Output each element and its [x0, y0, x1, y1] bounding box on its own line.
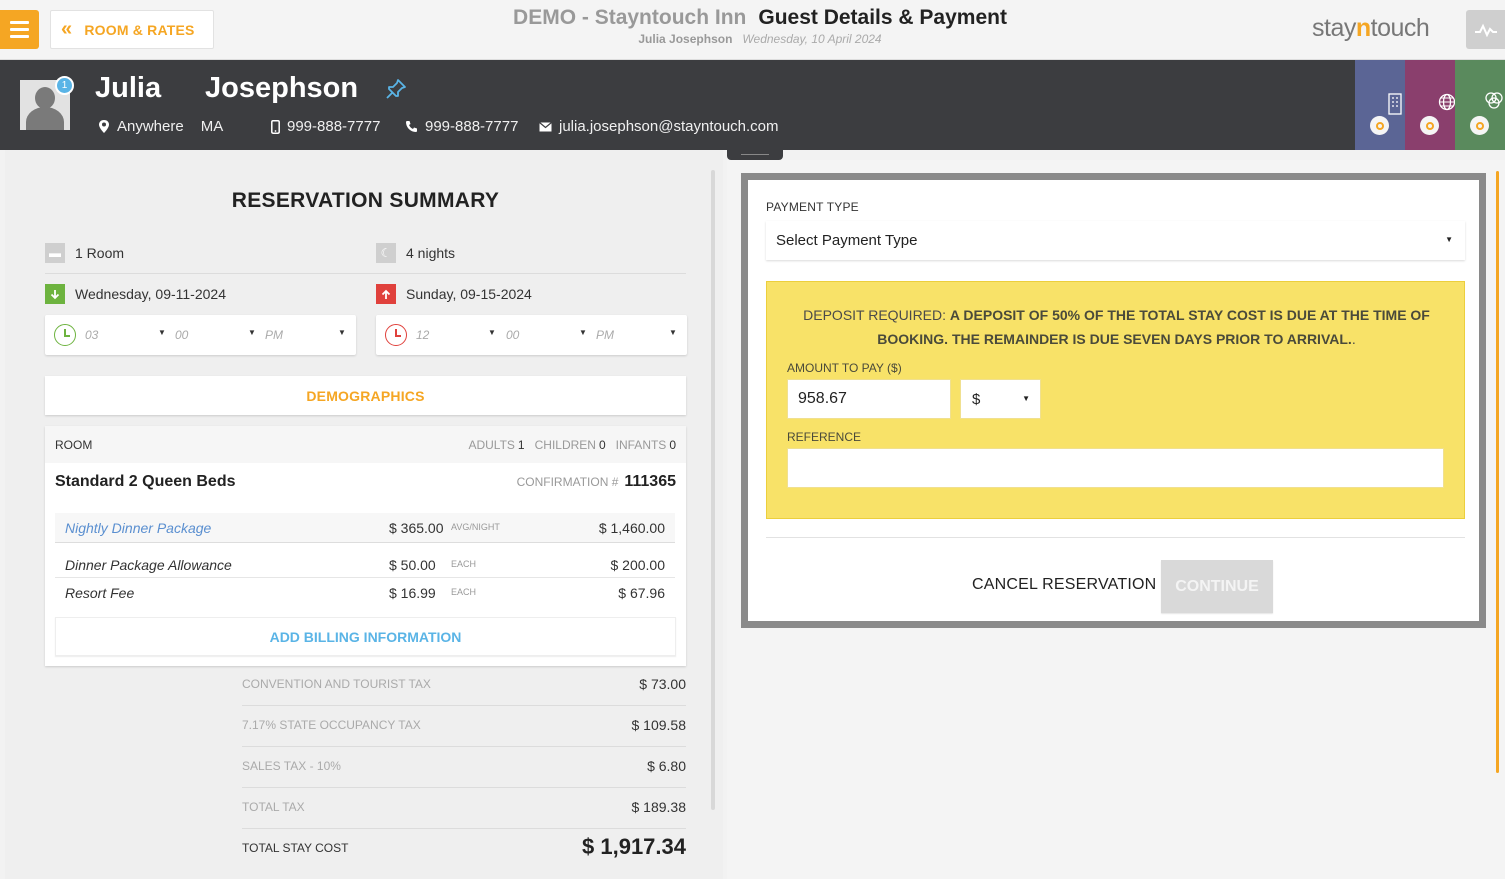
arrival-time-picker: 03 ▼ 00 ▼ PM ▼	[45, 315, 356, 355]
currency-select[interactable]: $ ▼	[960, 379, 1041, 419]
left-scrollbar[interactable]	[711, 170, 715, 810]
chevron-down-icon: ▼	[1445, 235, 1453, 244]
arrival-hour-select[interactable]: 03	[85, 328, 98, 342]
globe-icon	[1438, 93, 1456, 111]
hamburger-menu-button[interactable]	[0, 10, 39, 49]
cancel-reservation-button[interactable]: CANCEL RESERVATION	[972, 576, 1156, 594]
location-pin-icon	[99, 120, 109, 133]
activity-button[interactable]	[1466, 10, 1505, 49]
phone-icon	[406, 121, 417, 132]
user-name: Julia Josephson	[638, 32, 733, 46]
payment-type-select[interactable]: Select Payment Type ▼	[766, 221, 1465, 260]
arrival-minute-select[interactable]: 00	[175, 328, 188, 342]
arrival-date[interactable]: Wednesday, 09-11-2024	[45, 284, 226, 304]
guest-header: 1 Julia Josephson Anywhere MA 999-888-77…	[0, 60, 1505, 150]
charge-row: Resort Fee $ 16.99 EACH $ 67.96	[65, 585, 665, 601]
reservation-summary-title: RESERVATION SUMMARY	[231, 189, 500, 212]
search-icon	[1470, 116, 1489, 135]
chevron-down-icon: ▼	[669, 328, 677, 337]
deposit-required-box: DEPOSIT REQUIRED: A DEPOSIT OF 50% OF TH…	[766, 281, 1465, 519]
travel-agent-tile[interactable]	[1405, 60, 1456, 150]
total-stay-cost-row: TOTAL STAY COST $ 1,917.34	[242, 834, 686, 859]
company-card-tile[interactable]	[1355, 60, 1405, 150]
add-billing-information-button[interactable]: ADD BILLING INFORMATION	[55, 617, 676, 656]
guest-first-name[interactable]: Julia	[95, 72, 161, 105]
departure-date[interactable]: Sunday, 09-15-2024	[376, 284, 532, 304]
total-tax-row: TOTAL TAX $ 189.38	[242, 788, 686, 829]
rate-name-link[interactable]: Nightly Dinner Package	[65, 520, 211, 536]
departure-minute-select[interactable]: 00	[506, 328, 519, 342]
night-count: ☾ 4 nights	[376, 243, 455, 263]
email-icon	[539, 121, 552, 131]
back-button-label: ROOM & RATES	[84, 21, 195, 38]
departure-ampm-select[interactable]: PM	[596, 328, 614, 342]
chevron-down-icon: ▼	[488, 328, 496, 337]
right-scrollbar[interactable]	[1496, 171, 1499, 773]
clock-icon	[385, 324, 407, 346]
guest-state: MA	[200, 118, 224, 135]
confirmation-number: CONFIRMATION #111365	[516, 473, 676, 490]
back-to-room-rates-button[interactable]: « ROOM & RATES	[50, 10, 214, 49]
mobile-phone-icon	[271, 119, 280, 134]
charge-row[interactable]: Nightly Dinner Package $ 365.00 AVG/NIGH…	[55, 513, 675, 543]
reference-input[interactable]	[787, 448, 1444, 488]
guest-last-name[interactable]: Josephson	[205, 72, 358, 105]
group-icon	[1485, 92, 1503, 109]
tax-row: CONVENTION AND TOURIST TAX $ 73.00	[242, 665, 686, 706]
guest-city: Anywhere	[117, 118, 184, 135]
stayntouch-logo: stayntouch	[1312, 14, 1430, 42]
room-type: Standard 2 Queen Beds	[55, 473, 236, 490]
guest-location: Anywhere MA	[98, 118, 223, 135]
search-icon	[1370, 116, 1389, 135]
tax-row: 7.17% STATE OCCUPANCY TAX $ 109.58	[242, 706, 686, 747]
top-bar: « ROOM & RATES DEMO - Stayntouch Inn Gues…	[0, 0, 1505, 60]
moon-icon: ☾	[376, 243, 396, 263]
payment-panel: PAYMENT TYPE Select Payment Type ▼ DEPOS…	[741, 173, 1486, 628]
business-date: Wednesday, 10 April 2024	[742, 32, 882, 46]
amount-to-pay-input[interactable]	[787, 379, 951, 419]
total-stay-cost: $ 1,917.34	[582, 834, 686, 859]
payment-type-label: PAYMENT TYPE	[766, 200, 859, 214]
chevron-down-icon: ▼	[579, 328, 587, 337]
room-count: ▬ 1 Room	[45, 243, 124, 263]
guest-count-badge: 1	[55, 76, 74, 95]
continue-button[interactable]: CONTINUE	[1161, 560, 1273, 613]
building-icon	[1388, 93, 1402, 115]
drawer-handle[interactable]	[727, 150, 783, 160]
departure-arrow-icon	[376, 284, 396, 304]
room-card-header: ROOM ADULTS 1 CHILDREN 0 INFANTS 0	[45, 426, 686, 463]
demographics-button[interactable]: DEMOGRAPHICS	[45, 376, 686, 415]
pin-icon[interactable]	[385, 78, 407, 100]
charge-row: Dinner Package Allowance $ 50.00 EACH $ …	[55, 550, 675, 578]
arrival-ampm-select[interactable]: PM	[265, 328, 283, 342]
room-label: ROOM	[55, 438, 93, 452]
guest-mobile: 999-888-7777	[271, 118, 380, 135]
chevron-down-icon: ▼	[158, 328, 166, 337]
arrival-arrow-icon	[45, 284, 65, 304]
activity-pulse-icon	[1474, 23, 1497, 37]
group-tile[interactable]	[1455, 60, 1505, 150]
departure-time-picker: 12 ▼ 00 ▼ PM ▼	[376, 315, 687, 355]
tax-row: SALES TAX - 10% $ 6.80	[242, 747, 686, 788]
chevron-down-icon: ▼	[248, 328, 256, 337]
page-heading: DEMO - Stayntouch Inn Guest Details & Pay…	[480, 6, 1040, 46]
hotel-name: DEMO - Stayntouch Inn	[513, 6, 747, 29]
double-chevron-left-icon: «	[61, 17, 73, 40]
occupancy: ADULTS 1 CHILDREN 0 INFANTS 0	[468, 438, 676, 452]
search-icon	[1420, 116, 1439, 135]
amount-to-pay-label: AMOUNT TO PAY ($)	[787, 361, 902, 375]
guest-email: julia.josephson@stayntouch.com	[539, 118, 779, 135]
guest-phone: 999-888-7777	[405, 118, 518, 135]
room-card: ROOM ADULTS 1 CHILDREN 0 INFANTS 0 Standard 2…	[45, 426, 686, 666]
quick-access-tiles	[1355, 60, 1505, 150]
bed-icon: ▬	[45, 243, 65, 263]
deposit-message: DEPOSIT REQUIRED: A DEPOSIT OF 50% OF TH…	[803, 307, 1430, 347]
chevron-down-icon: ▼	[338, 328, 346, 337]
departure-hour-select[interactable]: 12	[416, 328, 429, 342]
page-title: Guest Details & Payment	[758, 6, 1007, 29]
chevron-down-icon: ▼	[1022, 394, 1030, 403]
clock-icon	[54, 324, 76, 346]
reference-label: REFERENCE	[787, 430, 862, 444]
